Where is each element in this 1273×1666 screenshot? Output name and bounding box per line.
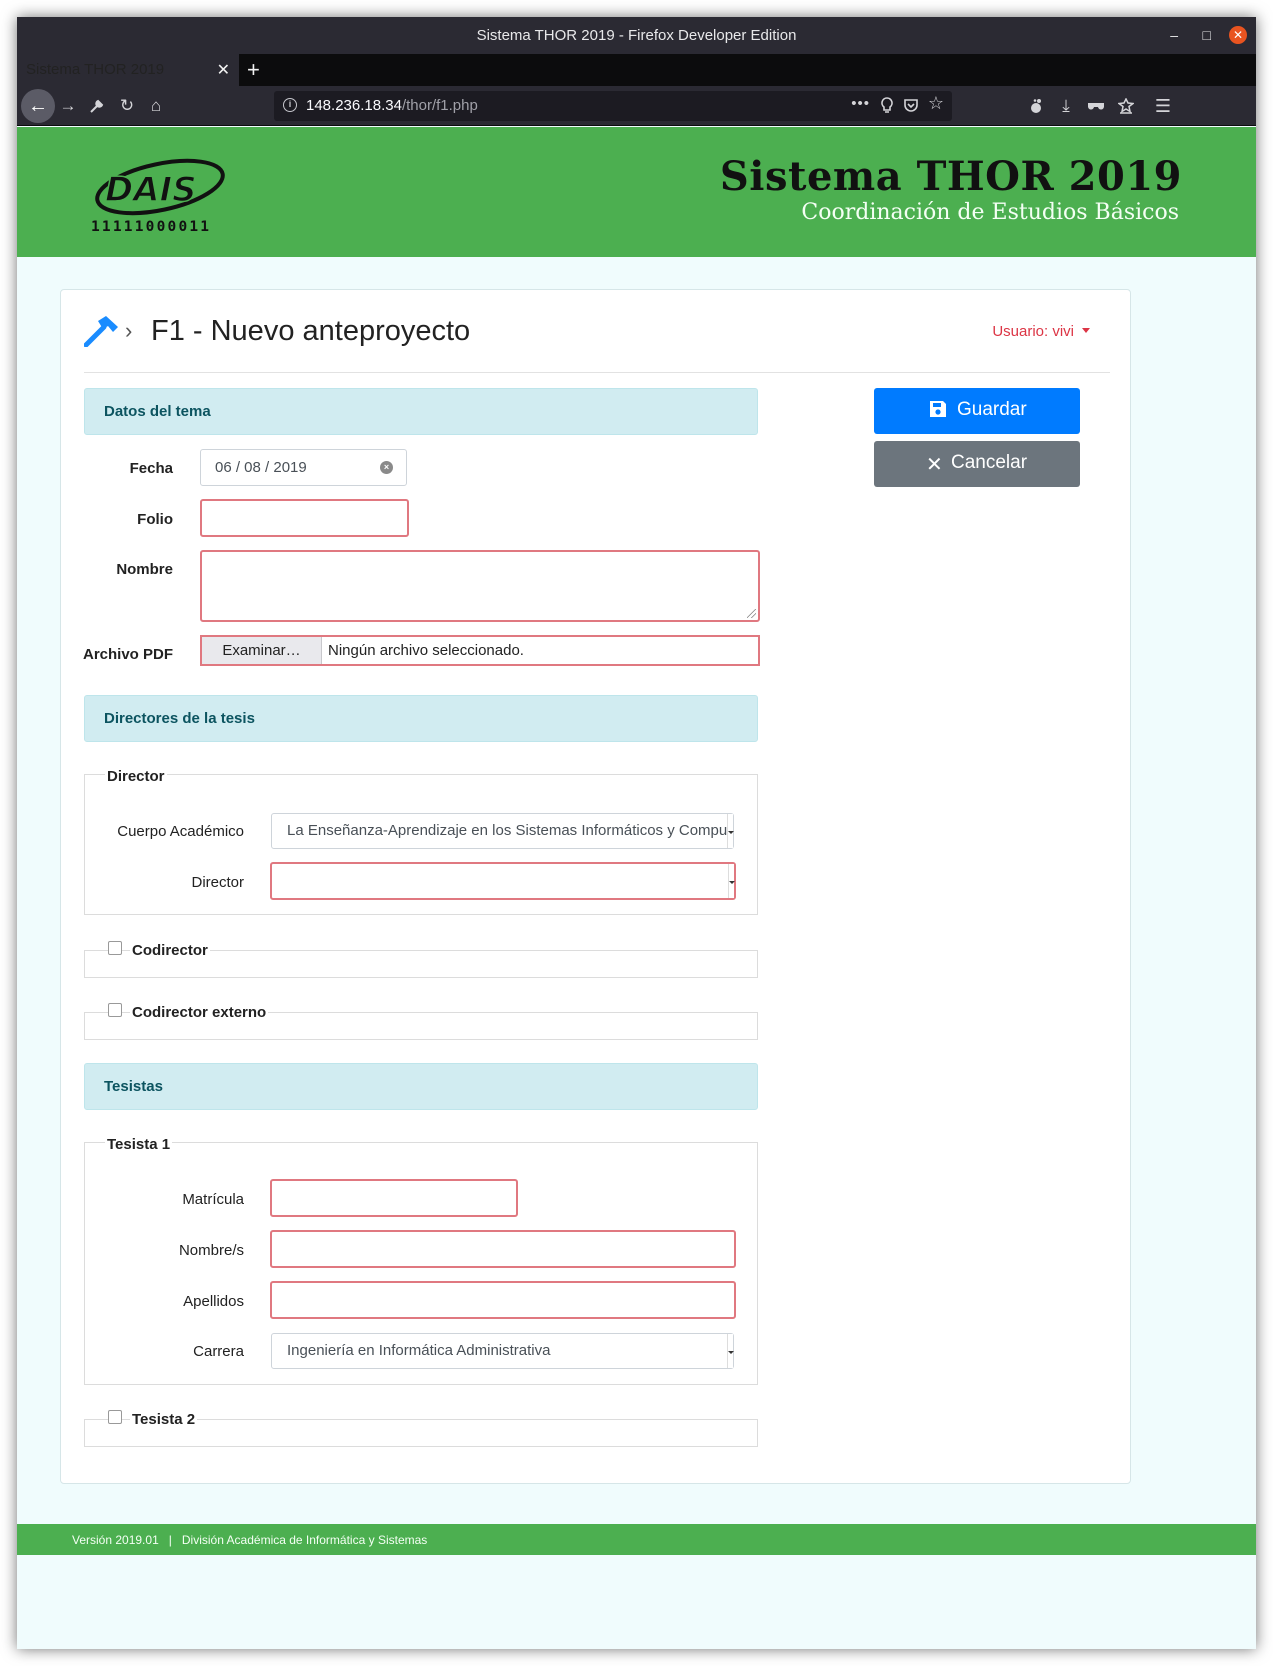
nombre-label: Nombre (116, 561, 173, 578)
bookmark-star-icon[interactable]: ☆ (928, 93, 944, 114)
breadcrumb-chevron-icon: › (125, 318, 133, 343)
dais-logo: DAIS 11111000011 (87, 149, 237, 239)
director-legend: Director (105, 768, 167, 785)
guardar-button[interactable]: Guardar (874, 388, 1080, 434)
nombre-textarea[interactable] (200, 550, 760, 622)
section-datos-del-tema: Datos del tema (84, 388, 758, 435)
site-banner: DAIS 11111000011 Sistema THOR 2019 Coord… (17, 127, 1256, 257)
carrera-label: Carrera (193, 1343, 244, 1360)
tesista1-legend: Tesista 1 (105, 1136, 173, 1153)
brand-title: Sistema THOR 2019 (719, 153, 1182, 200)
home-icon[interactable]: ⌂ (144, 94, 168, 118)
tab-sistema-thor[interactable]: Sistema THOR 2019 ✕ (17, 54, 239, 86)
wrench-icon[interactable] (85, 94, 109, 118)
close-tab-icon[interactable]: ✕ (217, 60, 230, 80)
tesista2-checkbox[interactable] (108, 1410, 122, 1424)
carrera-select[interactable]: Ingeniería en Informática Administrativa (271, 1333, 734, 1369)
user-dropdown[interactable]: Usuario: vivi (992, 323, 1090, 340)
reload-icon[interactable]: ↻ (115, 94, 139, 118)
archivo-pdf-input[interactable]: Examinar… Ningún archivo seleccionado. (200, 635, 760, 666)
window-titlebar: Sistema THOR 2019 - Firefox Developer Ed… (17, 17, 1256, 54)
cuerpo-academico-select[interactable]: La Enseñanza-Aprendizaje en los Sistemas… (271, 813, 734, 849)
folio-input[interactable] (200, 499, 409, 537)
director-select[interactable] (270, 862, 736, 900)
dropdown-arrow-icon (727, 814, 734, 848)
mask-icon[interactable] (1084, 94, 1108, 118)
save-icon (929, 400, 947, 424)
new-tab-button[interactable]: + (247, 57, 260, 83)
tesista2-legend: Tesista 2 (130, 1411, 198, 1428)
divider (84, 372, 1110, 373)
minimize-button[interactable]: – (1170, 28, 1178, 42)
matricula-input[interactable] (270, 1179, 518, 1217)
codirector-legend: Codirector (130, 942, 210, 959)
pocket-icon[interactable] (903, 95, 919, 117)
resize-grip-icon[interactable] (747, 609, 756, 618)
codirector-externo-checkbox[interactable] (108, 1003, 122, 1017)
page-content: DAIS 11111000011 Sistema THOR 2019 Coord… (17, 127, 1256, 1649)
folio-label: Folio (137, 511, 173, 528)
close-icon: ✕ (926, 454, 943, 476)
apellidos-input[interactable] (270, 1281, 736, 1319)
menu-icon[interactable]: ☰ (1151, 94, 1175, 118)
section-directores: Directores de la tesis (84, 695, 758, 742)
close-window-button[interactable]: ✕ (1229, 26, 1247, 44)
fecha-input[interactable]: 06 / 08 / 2019 × (200, 449, 407, 486)
hammer-icon (83, 315, 120, 352)
apellidos-label: Apellidos (183, 1293, 244, 1310)
window-title: Sistema THOR 2019 - Firefox Developer Ed… (476, 27, 797, 44)
cuerpo-academico-label: Cuerpo Académico (117, 823, 244, 840)
page-title: F1 - Nuevo anteproyecto (151, 315, 471, 347)
clear-date-icon[interactable]: × (380, 461, 393, 474)
navigation-toolbar: ← → ↻ ⌂ i 148.236.18.34/thor/f1.php ••• … (17, 86, 1256, 126)
forward-icon[interactable]: → (56, 94, 80, 118)
matricula-label: Matrícula (182, 1191, 244, 1208)
footer-text: Versión 2019.01 | División Académica de … (72, 1533, 428, 1547)
tab-label: Sistema THOR 2019 (26, 61, 165, 78)
url-bar[interactable]: i 148.236.18.34/thor/f1.php ••• ☆ (274, 91, 952, 121)
url-text[interactable]: 148.236.18.34/thor/f1.php (306, 97, 478, 114)
file-status: Ningún archivo seleccionado. (328, 642, 524, 659)
gnome-icon[interactable] (1023, 94, 1047, 118)
codirector-externo-legend: Codirector externo (130, 1004, 269, 1021)
maximize-button[interactable]: □ (1203, 28, 1211, 42)
info-icon[interactable]: i (283, 98, 297, 112)
tab-strip: Sistema THOR 2019 ✕ + (17, 54, 1256, 86)
svg-text:DAIS: DAIS (105, 170, 197, 210)
nombres-label: Nombre/s (178, 1242, 244, 1259)
browser-window: Sistema THOR 2019 - Firefox Developer Ed… (17, 17, 1256, 1649)
brand-subtitle: Coordinación de Estudios Básicos (801, 200, 1179, 225)
download-icon[interactable]: ⤓ (1054, 94, 1078, 118)
director-label: Director (191, 874, 244, 891)
library-icon[interactable] (1114, 94, 1138, 118)
fecha-label: Fecha (129, 460, 173, 477)
dropdown-arrow-icon (728, 864, 735, 898)
examinar-button[interactable]: Examinar… (202, 637, 322, 664)
archivo-pdf-label: Archivo PDF (82, 646, 173, 663)
caret-down-icon (1082, 328, 1090, 333)
site-footer: Versión 2019.01 | División Académica de … (17, 1524, 1256, 1555)
back-icon[interactable]: ← (21, 89, 55, 123)
more-icon[interactable]: ••• (851, 95, 870, 112)
nombres-input[interactable] (270, 1230, 736, 1268)
form-card: › F1 - Nuevo anteproyecto Usuario: vivi … (60, 289, 1131, 1484)
dropdown-arrow-icon (727, 1334, 734, 1368)
section-tesistas: Tesistas (84, 1063, 758, 1110)
svg-text:11111000011: 11111000011 (91, 219, 211, 235)
lightbulb-icon[interactable] (880, 95, 894, 118)
codirector-checkbox[interactable] (108, 941, 122, 955)
cancelar-button[interactable]: ✕ Cancelar (874, 441, 1080, 487)
